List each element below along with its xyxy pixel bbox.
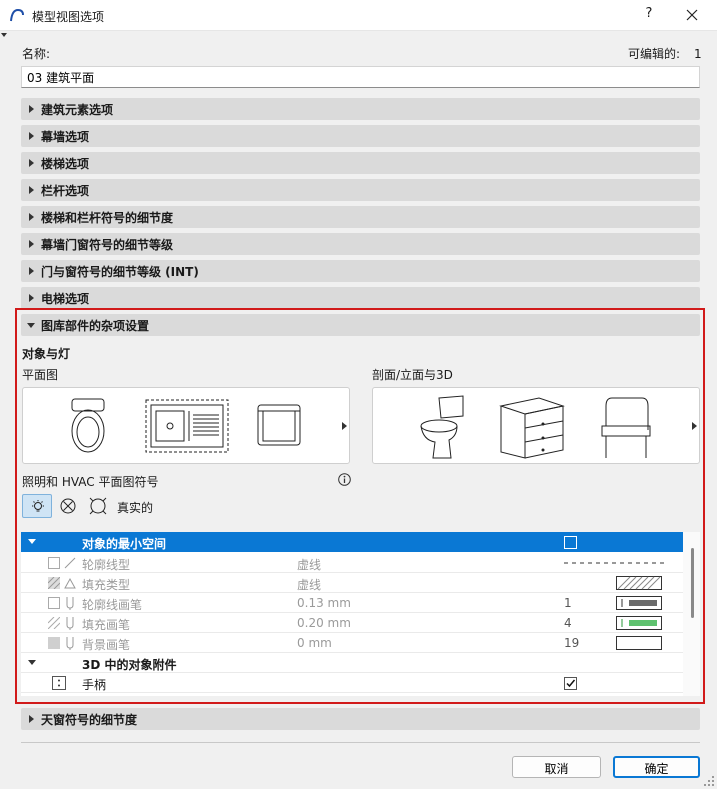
expand-icon [29, 186, 34, 194]
editable-count-label: 可编辑的: 1 [628, 47, 702, 61]
section-skylight-detail[interactable]: 天窗符号的细节度 [21, 708, 700, 730]
ok-button[interactable]: 确定 [613, 756, 700, 778]
section-elevator[interactable]: 电梯选项 [21, 287, 700, 309]
expand-icon [29, 159, 34, 167]
close-icon[interactable] [681, 5, 703, 25]
app-arc-icon [10, 8, 24, 22]
section-stair[interactable]: 楼梯选项 [21, 152, 700, 174]
expand-icon [29, 240, 34, 248]
highlight-frame [15, 308, 705, 704]
section-curtain-wall[interactable]: 幕墙选项 [21, 125, 700, 147]
section-stair-railing-detail[interactable]: 楼梯和栏杆符号的细节度 [21, 206, 700, 228]
expand-icon [29, 267, 34, 275]
section-railing[interactable]: 栏杆选项 [21, 179, 700, 201]
expand-icon [29, 294, 34, 302]
name-label: 名称: [22, 47, 51, 61]
expand-icon [29, 213, 34, 221]
window-title: 模型视图选项 [32, 10, 105, 24]
section-door-window-detail-int[interactable]: 门与窗符号的细节等级 (INT) [21, 260, 700, 282]
section-curtain-door-window-detail[interactable]: 幕墙门窗符号的细节等级 [21, 233, 700, 255]
resize-grip-icon[interactable] [703, 775, 715, 787]
cancel-button[interactable]: 取消 [512, 756, 601, 778]
footer-divider [21, 742, 700, 743]
section-building-elements[interactable]: 建筑元素选项 [21, 98, 700, 120]
collapse-arrow-icon[interactable] [1, 33, 7, 37]
title-bar: 模型视图选项 ? [0, 0, 717, 31]
name-input[interactable] [21, 66, 700, 88]
expand-icon [29, 715, 34, 723]
help-button[interactable]: ? [642, 6, 656, 21]
expand-icon [29, 105, 34, 113]
expand-icon [29, 132, 34, 140]
